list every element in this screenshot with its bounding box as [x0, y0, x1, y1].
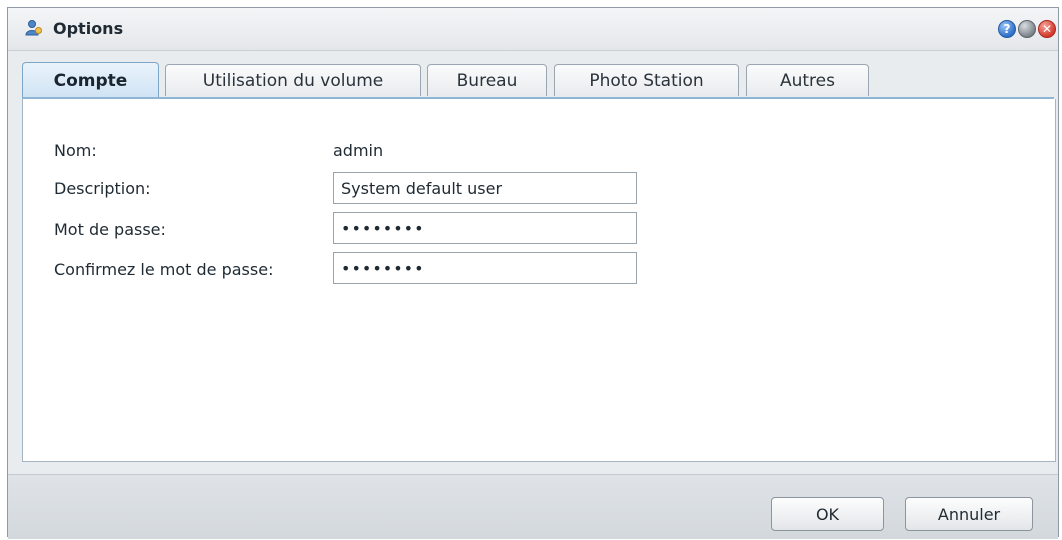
cancel-button[interactable]: Annuler — [905, 497, 1033, 531]
options-dialog: Options ? ✕ Compte Utilisation du volume… — [7, 7, 1059, 539]
name-value: admin — [333, 141, 384, 160]
name-label: Nom: — [54, 141, 97, 160]
help-icon: ? — [1003, 22, 1011, 36]
title-bar[interactable]: Options ? ✕ — [8, 8, 1058, 51]
description-field[interactable] — [333, 172, 637, 204]
tab-autres[interactable]: Autres — [746, 64, 869, 96]
close-button[interactable]: ✕ — [1038, 20, 1056, 38]
description-label: Description: — [54, 179, 151, 198]
help-button[interactable]: ? — [998, 20, 1016, 38]
confirm-password-field[interactable] — [333, 252, 637, 284]
password-field[interactable] — [333, 212, 637, 244]
ok-button[interactable]: OK — [771, 497, 884, 531]
user-settings-icon — [25, 20, 42, 36]
dialog-footer: OK Annuler — [8, 474, 1058, 539]
tab-compte[interactable]: Compte — [22, 62, 159, 98]
tab-photo-station[interactable]: Photo Station — [554, 64, 739, 96]
close-icon: ✕ — [1041, 22, 1053, 36]
tab-bureau[interactable]: Bureau — [427, 64, 547, 96]
tab-utilisation-du-volume[interactable]: Utilisation du volume — [165, 64, 421, 96]
confirm-password-label: Confirmez le mot de passe: — [54, 260, 274, 279]
window-title: Options — [53, 19, 124, 38]
account-panel: Nom: admin Description: Mot de passe: Co… — [22, 99, 1056, 462]
password-label: Mot de passe: — [54, 220, 166, 239]
minimize-button[interactable] — [1018, 20, 1036, 38]
